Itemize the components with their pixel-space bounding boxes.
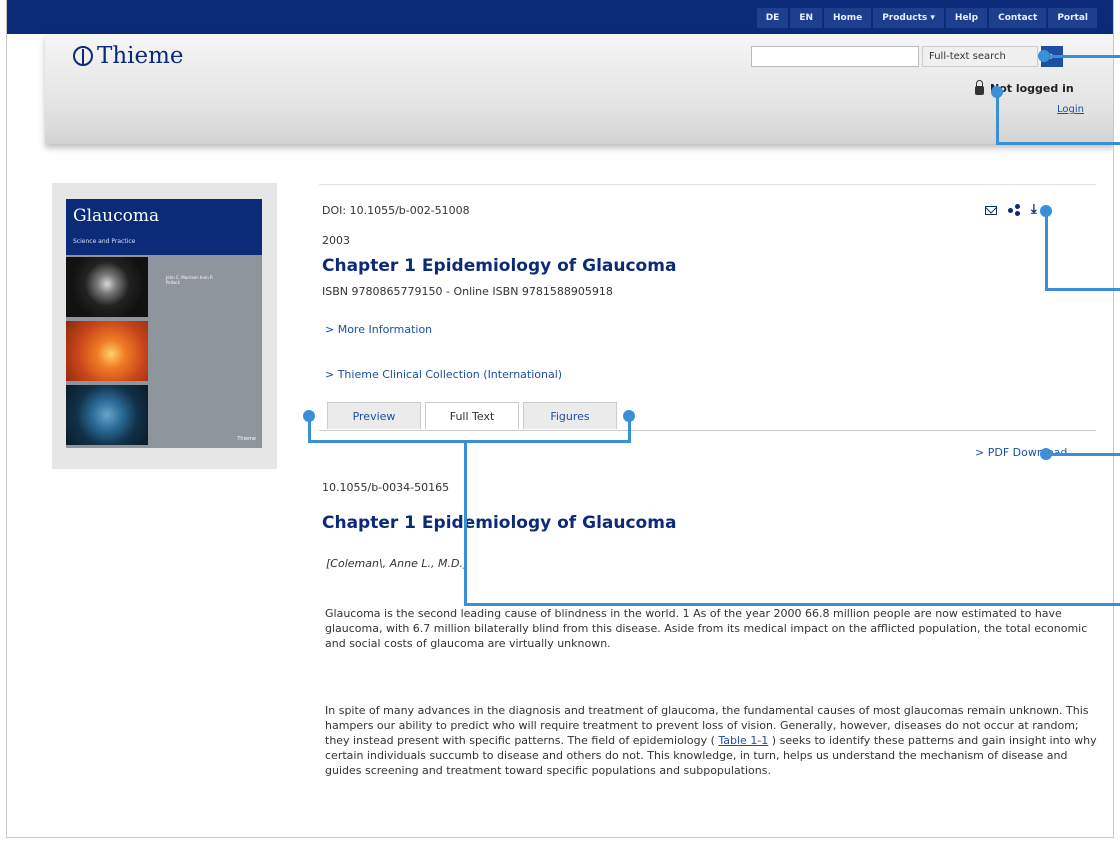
nav-home[interactable]: Home	[824, 8, 872, 28]
cover-image-retina	[66, 321, 148, 381]
fulltext-doi: 10.1055/b-0034-50165	[322, 481, 450, 494]
search-input[interactable]	[751, 46, 919, 67]
nav-help[interactable]: Help	[945, 8, 988, 28]
chapter-title: Chapter 1 Epidemiology of Glaucoma	[322, 256, 677, 276]
thieme-crest-icon	[73, 46, 93, 66]
top-bar: DE EN Home Products ▾ Help Contact Porta…	[7, 0, 1113, 34]
search-mode-select[interactable]: Full-text search	[922, 46, 1038, 67]
email-icon[interactable]	[985, 206, 997, 215]
author-line: [Coleman\, Anne L., M.D.]	[326, 557, 468, 570]
lock-icon	[975, 80, 984, 95]
tab-full-text[interactable]: Full Text	[425, 402, 519, 429]
cover-image-eye-1	[66, 257, 148, 317]
table-1-1-link[interactable]: Table 1-1	[718, 734, 768, 747]
callout-dot	[991, 86, 1003, 98]
logo-text: Thieme	[97, 43, 184, 69]
callout-dot	[303, 410, 315, 422]
login-status: Not logged in	[975, 80, 1074, 95]
doi: DOI: 10.1055/b-002-51008	[322, 204, 470, 217]
callout-dot	[1040, 205, 1052, 217]
cover-image-eye-2	[66, 385, 148, 445]
nav-portal[interactable]: Portal	[1048, 8, 1097, 28]
cover-banner: Glaucoma Science and Practice	[66, 199, 262, 255]
nav-lang-en[interactable]: EN	[790, 8, 822, 28]
nav-lang-de[interactable]: DE	[756, 8, 789, 28]
callout-dot	[623, 410, 635, 422]
more-information-link[interactable]: > More Information	[325, 323, 432, 336]
nav-contact[interactable]: Contact	[989, 8, 1047, 28]
callout-dot	[1038, 50, 1050, 62]
content-tabs: Preview Full Text Figures	[327, 402, 617, 429]
site-header: Thieme Full-text search › Not logged in …	[45, 34, 1113, 144]
tab-figures[interactable]: Figures	[523, 402, 617, 429]
fulltext-title: Chapter 1 Epidemiology of Glaucoma	[322, 513, 677, 533]
tabs-underline	[319, 430, 1096, 431]
page-frame: DE EN Home Products ▾ Help Contact Porta…	[6, 0, 1114, 838]
cover-publisher: Thieme	[237, 436, 256, 442]
login-link[interactable]: Login	[1057, 104, 1084, 115]
tab-preview[interactable]: Preview	[327, 402, 421, 429]
body-paragraph-2: In spite of many advances in the diagnos…	[325, 703, 1101, 778]
cover-authors: John C. Morrison Irvin P. Pollack	[166, 275, 214, 285]
cover-title: Glaucoma	[73, 206, 160, 226]
isbn: ISBN 9780865779150 - Online ISBN 9781588…	[322, 285, 613, 298]
nav-products[interactable]: Products ▾	[873, 8, 944, 28]
divider	[319, 184, 1096, 185]
body-paragraph-1: Glaucoma is the second leading cause of …	[325, 607, 1088, 650]
book-cover[interactable]: Glaucoma Science and Practice John C. Mo…	[66, 199, 262, 448]
callout-dot	[1040, 448, 1052, 460]
book-cover-panel: Glaucoma Science and Practice John C. Mo…	[52, 183, 277, 469]
action-icons: ⤓	[985, 203, 1043, 216]
collection-link[interactable]: > Thieme Clinical Collection (Internatio…	[325, 368, 562, 381]
top-navigation: DE EN Home Products ▾ Help Contact Porta…	[756, 8, 1097, 28]
thieme-logo[interactable]: Thieme	[73, 43, 184, 69]
publication-year: 2003	[322, 234, 350, 247]
cover-subtitle: Science and Practice	[73, 238, 136, 245]
share-icon[interactable]	[1008, 204, 1020, 216]
